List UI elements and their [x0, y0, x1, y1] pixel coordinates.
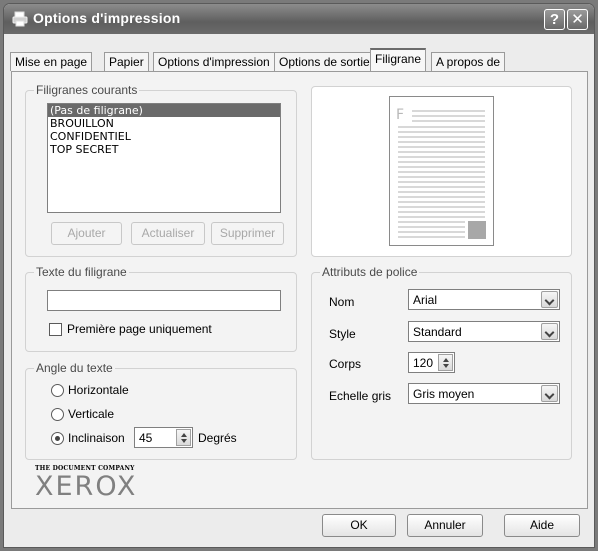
- watermark-text-group: Texte du filigrane: [25, 265, 297, 352]
- inclination-radio[interactable]: [51, 432, 64, 445]
- help-button[interactable]: Aide: [504, 514, 580, 537]
- font-name-value: Arial: [413, 293, 438, 307]
- chevron-down-icon[interactable]: [541, 291, 558, 308]
- font-style-select[interactable]: Standard: [408, 321, 560, 342]
- list-item[interactable]: BROUILLON: [48, 117, 280, 130]
- tab-mise-en-page[interactable]: Mise en page: [10, 52, 93, 71]
- watermark-text-legend: Texte du filigrane: [34, 265, 129, 279]
- page-letter: F: [396, 107, 404, 123]
- list-item[interactable]: TOP SECRET: [48, 143, 280, 156]
- inclination-value: 45: [139, 431, 153, 445]
- font-name-label: Nom: [329, 295, 355, 309]
- first-page-only-checkbox[interactable]: [49, 323, 62, 336]
- horizontal-label: Horizontale: [68, 383, 129, 397]
- inclination-label: Inclinaison: [68, 431, 125, 445]
- tab-options-sortie[interactable]: Options de sortie: [274, 52, 375, 71]
- gray-scale-label: Echelle gris: [329, 389, 392, 403]
- spinner-arrows-icon[interactable]: [438, 354, 453, 371]
- first-page-only-label: Première page uniquement: [67, 322, 212, 336]
- xerox-logo: XEROX: [35, 471, 138, 502]
- tab-papier[interactable]: Papier: [104, 52, 149, 71]
- inclination-spinner[interactable]: 45: [134, 427, 193, 448]
- print-options-dialog: Options d'impression ? ✕ Mise en page Pa…: [3, 3, 595, 548]
- chevron-down-icon[interactable]: [541, 323, 558, 340]
- cancel-button[interactable]: Annuler: [407, 514, 483, 537]
- font-size-value: 120: [413, 356, 434, 370]
- help-title-button[interactable]: ?: [544, 9, 565, 30]
- gray-scale-select[interactable]: Gris moyen: [408, 383, 560, 404]
- window-title: Options d'impression: [33, 10, 181, 26]
- font-style-label: Style: [329, 327, 356, 341]
- title-bar: Options d'impression ? ✕: [4, 4, 594, 34]
- font-name-select[interactable]: Arial: [408, 289, 560, 310]
- list-item[interactable]: (Pas de filigrane): [48, 104, 280, 117]
- font-style-value: Standard: [413, 325, 462, 339]
- delete-button[interactable]: Supprimer: [211, 222, 284, 245]
- horizontal-radio[interactable]: [51, 384, 64, 397]
- vertical-label: Verticale: [68, 407, 115, 421]
- close-button[interactable]: ✕: [567, 9, 588, 30]
- watermark-text-input[interactable]: [47, 290, 281, 311]
- ok-button[interactable]: OK: [322, 514, 396, 537]
- tab-a-propos[interactable]: A propos de: [431, 52, 506, 71]
- add-button[interactable]: Ajouter: [51, 222, 122, 245]
- current-watermarks-legend: Filigranes courants: [34, 83, 140, 97]
- text-angle-legend: Angle du texte: [34, 361, 115, 375]
- watermark-list[interactable]: (Pas de filigrane) BROUILLON CONFIDENTIE…: [47, 103, 281, 213]
- font-attributes-legend: Attributs de police: [320, 265, 420, 279]
- update-button[interactable]: Actualiser: [131, 222, 205, 245]
- font-size-label: Corps: [329, 357, 362, 371]
- printer-icon: [12, 11, 28, 27]
- page-preview: F: [389, 96, 494, 246]
- chevron-down-icon[interactable]: [541, 385, 558, 402]
- tab-options-impression[interactable]: Options d'impression: [153, 52, 275, 71]
- vertical-radio[interactable]: [51, 408, 64, 421]
- tab-filigrane[interactable]: Filigrane: [370, 48, 427, 71]
- spinner-arrows-icon[interactable]: [176, 429, 191, 446]
- list-item[interactable]: CONFIDENTIEL: [48, 130, 280, 143]
- font-size-spinner[interactable]: 120: [408, 352, 455, 373]
- degrees-label: Degrés: [198, 431, 237, 445]
- gray-scale-value: Gris moyen: [413, 387, 475, 401]
